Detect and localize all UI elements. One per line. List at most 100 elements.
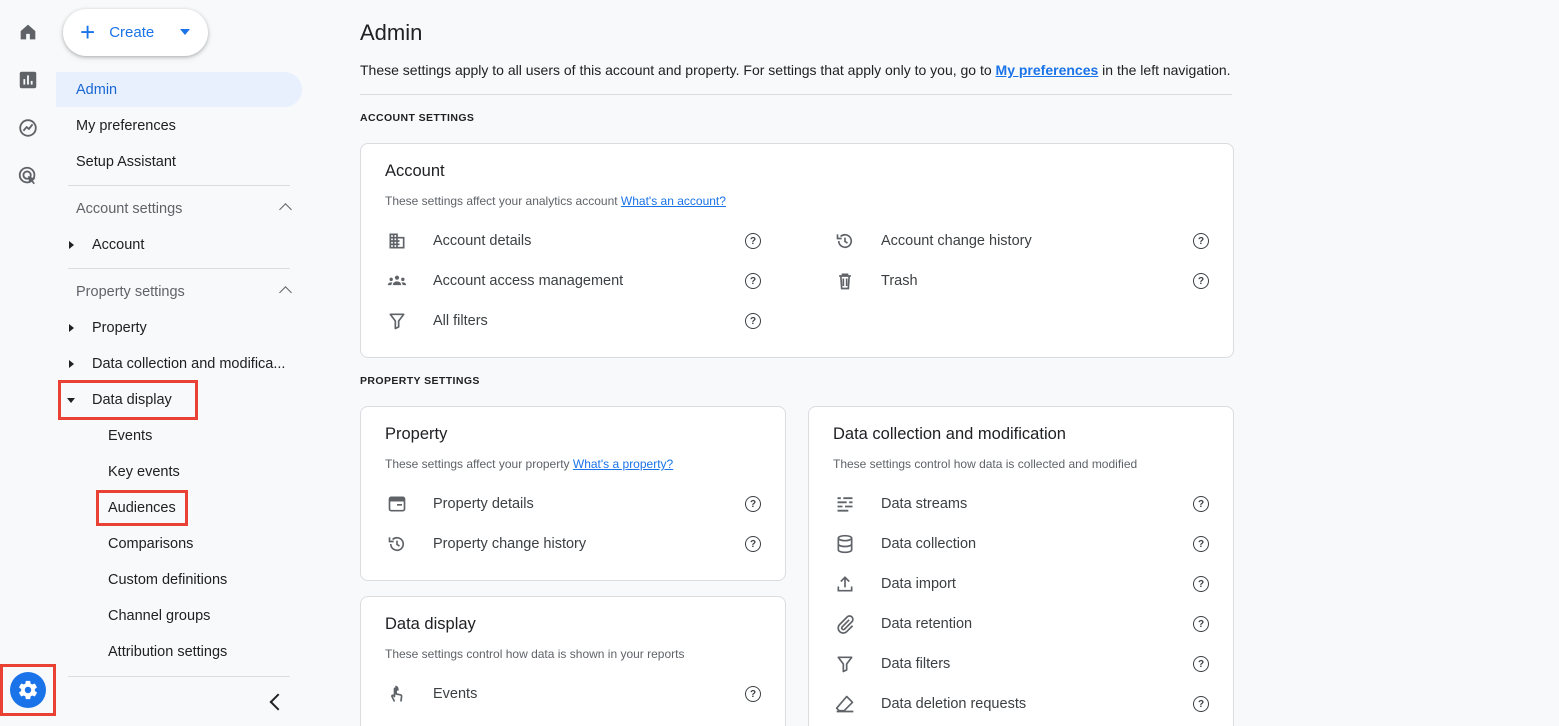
whats-a-property-link[interactable]: What's a property?	[573, 457, 673, 471]
nav-item-custom-definitions[interactable]: Custom definitions	[108, 562, 227, 598]
data-collection-row[interactable]: Data collection ?	[833, 530, 1209, 558]
data-deletion-requests-label: Data deletion requests	[881, 696, 1027, 712]
expand-arrow-icon[interactable]	[69, 360, 74, 368]
collapse-nav-chevron-icon[interactable]	[269, 693, 287, 711]
page-description: These settings apply to all users of thi…	[360, 62, 1231, 78]
property-settings-heading: PROPERTY SETTINGS	[360, 375, 480, 387]
section-account-settings[interactable]: Account settings	[76, 191, 292, 227]
data-import-label: Data import	[881, 576, 956, 592]
help-icon[interactable]: ?	[1193, 696, 1209, 712]
nav-divider	[68, 268, 290, 269]
data-streams-icon	[833, 494, 857, 514]
help-icon[interactable]: ?	[745, 686, 761, 702]
help-icon[interactable]: ?	[1193, 576, 1209, 592]
main-divider	[360, 94, 1232, 95]
nav-divider	[68, 185, 290, 186]
data-streams-label: Data streams	[881, 496, 968, 512]
data-collection-label: Data collection	[881, 536, 977, 552]
nav-item-events[interactable]: Events	[108, 418, 152, 454]
account-access-management-row[interactable]: Account access management ?	[385, 267, 761, 295]
trash-icon	[833, 271, 857, 291]
nav-item-admin[interactable]: Admin	[76, 72, 117, 107]
trash-row[interactable]: Trash ?	[833, 267, 1209, 295]
data-streams-row[interactable]: Data streams ?	[833, 490, 1209, 518]
upload-icon	[833, 574, 857, 594]
help-icon[interactable]: ?	[1193, 536, 1209, 552]
account-card-description: These settings affect your analytics acc…	[385, 194, 726, 208]
help-icon[interactable]: ?	[745, 233, 761, 249]
section-property-settings[interactable]: Property settings	[76, 274, 292, 310]
database-icon	[833, 534, 857, 554]
property-card-title: Property	[385, 425, 448, 443]
home-icon[interactable]	[16, 20, 40, 44]
nav-item-attribution-settings[interactable]: Attribution settings	[108, 634, 227, 670]
caret-down-icon[interactable]	[180, 29, 190, 35]
gear-icon[interactable]	[10, 672, 46, 708]
admin-nav-panel: + Create Admin My preferences Setup Assi…	[56, 0, 310, 726]
data-retention-row[interactable]: Data retention ?	[833, 610, 1209, 638]
collapse-arrow-icon[interactable]	[67, 398, 75, 403]
events-row[interactable]: Events ?	[385, 680, 761, 708]
data-filters-label: Data filters	[881, 656, 951, 672]
nav-item-key-events[interactable]: Key events	[108, 454, 180, 490]
building-icon	[385, 231, 409, 251]
help-icon[interactable]: ?	[745, 273, 761, 289]
expand-arrow-icon[interactable]	[69, 241, 74, 249]
whats-an-account-link[interactable]: What's an account?	[621, 194, 726, 208]
nav-divider	[68, 676, 290, 677]
data-deletion-requests-row[interactable]: Data deletion requests ?	[833, 690, 1209, 718]
paperclip-icon	[833, 614, 857, 634]
data-filters-row[interactable]: Data filters ?	[833, 650, 1209, 678]
nav-item-channel-groups[interactable]: Channel groups	[108, 598, 210, 634]
account-details-label: Account details	[433, 233, 532, 249]
help-icon[interactable]: ?	[1193, 496, 1209, 512]
help-icon[interactable]: ?	[1193, 616, 1209, 632]
help-icon[interactable]: ?	[1193, 273, 1209, 289]
expand-arrow-icon[interactable]	[69, 324, 74, 332]
nav-item-property[interactable]: Property	[92, 310, 147, 346]
nav-item-data-display[interactable]: Data display	[92, 382, 172, 418]
touch-icon	[385, 684, 409, 704]
nav-item-comparisons[interactable]: Comparisons	[108, 526, 193, 562]
data-display-card-description: These settings control how data is shown…	[385, 647, 685, 661]
help-icon[interactable]: ?	[745, 313, 761, 329]
nav-item-setup-assistant[interactable]: Setup Assistant	[76, 144, 176, 180]
help-icon[interactable]: ?	[745, 536, 761, 552]
explore-icon[interactable]	[16, 116, 40, 140]
nav-item-account[interactable]: Account	[92, 227, 144, 263]
property-details-row[interactable]: Property details ?	[385, 490, 761, 518]
admin-highlight-box	[0, 664, 56, 716]
help-icon[interactable]: ?	[1193, 656, 1209, 672]
account-change-history-row[interactable]: Account change history ?	[833, 227, 1209, 255]
data-retention-label: Data retention	[881, 616, 973, 632]
property-change-history-label: Property change history	[433, 536, 587, 552]
account-details-row[interactable]: Account details ?	[385, 227, 761, 255]
create-label: Create	[109, 24, 155, 41]
nav-item-audiences[interactable]: Audiences	[108, 490, 176, 526]
reports-icon[interactable]	[16, 68, 40, 92]
filter-icon	[385, 311, 409, 331]
section-account-settings-label: Account settings	[76, 201, 183, 217]
chevron-up-icon	[279, 286, 292, 299]
create-button[interactable]: + Create	[63, 9, 208, 56]
advertising-icon[interactable]	[16, 164, 40, 188]
all-filters-row[interactable]: All filters ?	[385, 307, 761, 335]
page-description-text: These settings apply to all users of thi…	[360, 62, 996, 78]
nav-item-my-preferences[interactable]: My preferences	[76, 108, 176, 144]
history-icon	[833, 231, 857, 251]
trash-label: Trash	[881, 273, 918, 289]
property-details-icon	[385, 494, 409, 514]
data-import-row[interactable]: Data import ?	[833, 570, 1209, 598]
nav-item-data-collection[interactable]: Data collection and modifica...	[92, 346, 285, 382]
data-collection-card: Data collection and modification These s…	[808, 406, 1234, 726]
my-preferences-link[interactable]: My preferences	[996, 62, 1099, 78]
page-description-suffix: in the left navigation.	[1098, 62, 1231, 78]
help-icon[interactable]: ?	[1193, 233, 1209, 249]
data-display-card-title: Data display	[385, 615, 476, 633]
property-card-desc-text: These settings affect your property	[385, 457, 573, 471]
data-display-card: Data display These settings control how …	[360, 596, 786, 726]
data-collection-card-title: Data collection and modification	[833, 425, 1066, 443]
property-change-history-row[interactable]: Property change history ?	[385, 530, 761, 558]
help-icon[interactable]: ?	[745, 496, 761, 512]
account-card-title: Account	[385, 162, 445, 180]
